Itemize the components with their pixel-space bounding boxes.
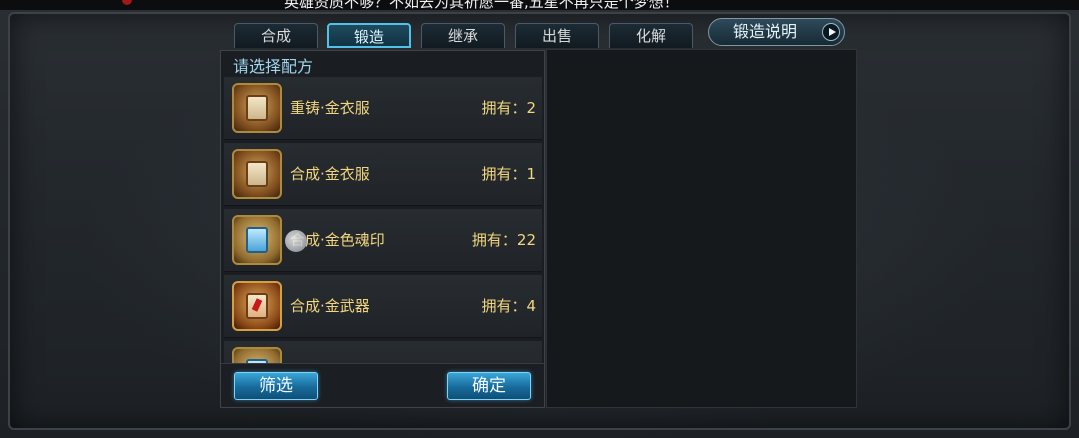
tab-forge[interactable]: 锻造 [327,23,411,48]
forge-explain-button[interactable]: 锻造说明 [708,18,845,46]
recipe-item[interactable]: 合成·金色魂印 拥有：22 [224,209,542,272]
tab-dissolve[interactable]: 化解 [609,23,693,48]
tab-compose[interactable]: 合成 [234,23,318,48]
recipe-actions-bar: 筛选 确定 [221,363,544,407]
recipe-item-name: 合成·金衣服 [290,165,370,183]
recipe-item-owned: 拥有：2 [481,99,536,117]
detail-panel [546,49,857,408]
recipe-panel: 请选择配方 重铸·金衣服 拥有：2 合成·金衣服 拥有：1 合成·金色魂印 拥有… [220,50,545,408]
blue-scroll-icon [232,215,282,265]
notification-dot [122,0,132,5]
recipe-item-owned: 拥有：22 [471,231,536,249]
tab-inherit[interactable]: 继承 [421,23,505,48]
recipe-item-owned: 拥有：1 [481,165,536,183]
recipe-item-name: 重铸·金衣服 [290,99,370,117]
touch-cursor-icon [285,230,307,252]
tab-sell[interactable]: 出售 [515,23,599,48]
top-banner: 英雄资质不够？不如去为其祈愿一番,五星不再只是个梦想！ [0,0,1079,10]
recipe-item-owned: 拥有：4 [481,297,536,315]
recipe-list[interactable]: 重铸·金衣服 拥有：2 合成·金衣服 拥有：1 合成·金色魂印 拥有：22 合成… [221,75,544,387]
confirm-button[interactable]: 确定 [447,372,531,400]
red-scroll-icon [232,281,282,331]
gold-scroll-icon [232,149,282,199]
play-arrow-icon [822,23,840,41]
gold-scroll-icon [232,83,282,133]
filter-button[interactable]: 筛选 [234,372,318,400]
recipe-item[interactable]: 合成·金衣服 拥有：1 [224,143,542,206]
forge-explain-label: 锻造说明 [733,22,798,41]
recipe-item[interactable]: 重铸·金衣服 拥有：2 [224,77,542,140]
top-banner-text: 英雄资质不够？不如去为其祈愿一番,五星不再只是个梦想！ [284,0,679,10]
recipe-panel-title: 请选择配方 [233,57,314,76]
recipe-item-name: 合成·金武器 [290,297,370,315]
recipe-item[interactable]: 合成·金武器 拥有：4 [224,275,542,338]
